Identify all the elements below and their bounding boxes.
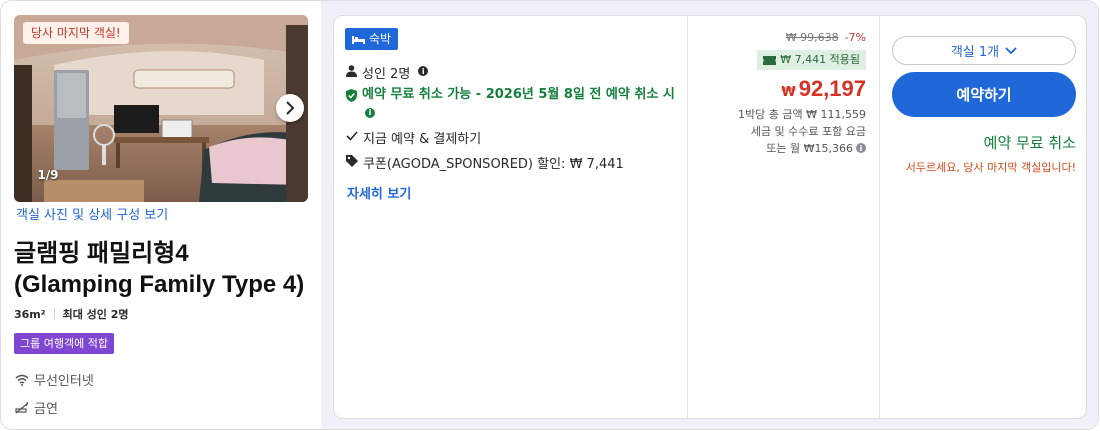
room-photos-link[interactable]: 객실 사진 및 상세 구성 보기: [16, 204, 168, 223]
room-title-ko: 글램핑 패밀리형4: [14, 240, 189, 267]
occupancy-text: 성인 2명: [362, 67, 411, 82]
no-smoking-icon: [15, 401, 29, 413]
amenity-no-smoking: 금연: [15, 398, 58, 417]
room-meta: 36m² 최대 성인 2명: [14, 306, 129, 322]
monthly-price-row: 또는 월 ₩15,366 i: [766, 140, 866, 156]
stay-type-label: 숙박: [369, 32, 392, 46]
amenity-wifi: 무선인터넷: [15, 370, 94, 389]
amenity-label: 금연: [34, 402, 58, 417]
price-column: ₩ 99,638 -7% ₩ 7,441 적용됨 ₩ 92,197 1박당 총 …: [688, 16, 879, 418]
room-count-select[interactable]: 객실 1개: [892, 36, 1076, 65]
last-room-warning: 서두르세요, 당사 마지막 객실입니다!: [905, 161, 1076, 174]
chevron-right-icon: [286, 101, 295, 115]
shield-check-icon: [346, 89, 357, 102]
monthly-price: 또는 월 ₩15,366: [766, 142, 853, 155]
free-cancel-label: 예약 무료 취소: [983, 134, 1076, 152]
chevron-down-icon: [1005, 46, 1017, 54]
room-title: 글램핑 패밀리형4 (Glamping Family Type 4): [14, 238, 314, 300]
room-size: 36m²: [14, 307, 46, 321]
room-offer-card: 당사 마지막 객실! 1/9 객실 사진 및 상세 구성 보기 글램핑 패밀리형…: [0, 0, 1099, 430]
room-info-column: 당사 마지막 객실! 1/9 객실 사진 및 상세 구성 보기 글램핑 패밀리형…: [1, 1, 321, 429]
amenity-label: 무선인터넷: [34, 374, 94, 389]
room-title-en: (Glamping Family Type 4): [14, 271, 305, 298]
original-price-row: ₩ 99,638 -7%: [786, 31, 866, 44]
info-icon[interactable]: i: [856, 143, 866, 153]
info-icon[interactable]: i: [418, 66, 429, 76]
pay-now-text: 지금 예약 & 결제하기: [363, 132, 482, 147]
final-price: ₩ 92,197: [781, 76, 866, 102]
checkmark-icon: [346, 131, 358, 141]
coupon-row: 쿠폰(AGODA_SPONSORED) 할인: ₩ 7,441: [346, 153, 624, 172]
tag-icon: [346, 155, 358, 167]
stay-type-badge: 숙박: [345, 28, 399, 50]
tax-note: 세금 및 수수료 포함 요금: [750, 125, 866, 138]
group-travel-badge: 그룹 여행객에 적합: [14, 333, 114, 354]
max-occupancy: 최대 성인 2명: [62, 308, 129, 321]
person-icon: [346, 65, 357, 77]
discount-percent: -7%: [844, 31, 866, 44]
original-price: ₩ 99,638: [785, 31, 839, 44]
occupancy-row: 성인 2명 i: [346, 63, 429, 82]
offer-box: 숙박 성인 2명 i 예약 무료 취소 가능 - 2026년 5월 8일 전 예…: [333, 15, 1087, 419]
currency-symbol: ₩: [781, 85, 796, 100]
bed-icon: [352, 36, 365, 44]
free-cancel-row: 예약 무료 취소 가능 - 2026년 5월 8일 전 예약 취소 시 i: [346, 86, 676, 122]
action-column: 객실 1개 예약하기 예약 무료 취소 서두르세요, 당사 마지막 객실입니다!: [880, 16, 1086, 418]
price-amount: 92,197: [798, 76, 866, 101]
details-link[interactable]: 자세히 보기: [347, 183, 411, 202]
pay-now-row: 지금 예약 & 결제하기: [346, 128, 481, 147]
per-night-total: 1박당 총 금액 ₩ 111,559: [738, 108, 866, 121]
coupon-applied-text: ₩ 7,441 적용됨: [780, 53, 860, 66]
free-cancel-policy-text: 예약 무료 취소 가능 - 2026년 5월 8일 전 예약 취소 시: [362, 87, 675, 102]
free-cancel-policy: 예약 무료 취소 가능 - 2026년 5월 8일 전 예약 취소 시 i: [362, 86, 676, 122]
info-icon[interactable]: i: [365, 107, 375, 118]
wifi-icon: [15, 374, 29, 386]
meta-divider: [53, 308, 55, 320]
coupon-applied-chip: ₩ 7,441 적용됨: [757, 50, 866, 70]
coupon-text: 쿠폰(AGODA_SPONSORED) 할인: ₩ 7,441: [363, 157, 624, 172]
ticket-icon: [763, 55, 777, 65]
photo-counter: 1/9: [37, 168, 59, 182]
room-count-value: 객실 1개: [950, 45, 1000, 60]
last-room-tag: 당사 마지막 객실!: [23, 22, 129, 44]
next-photo-button[interactable]: [276, 94, 304, 122]
book-button[interactable]: 예약하기: [892, 72, 1076, 117]
